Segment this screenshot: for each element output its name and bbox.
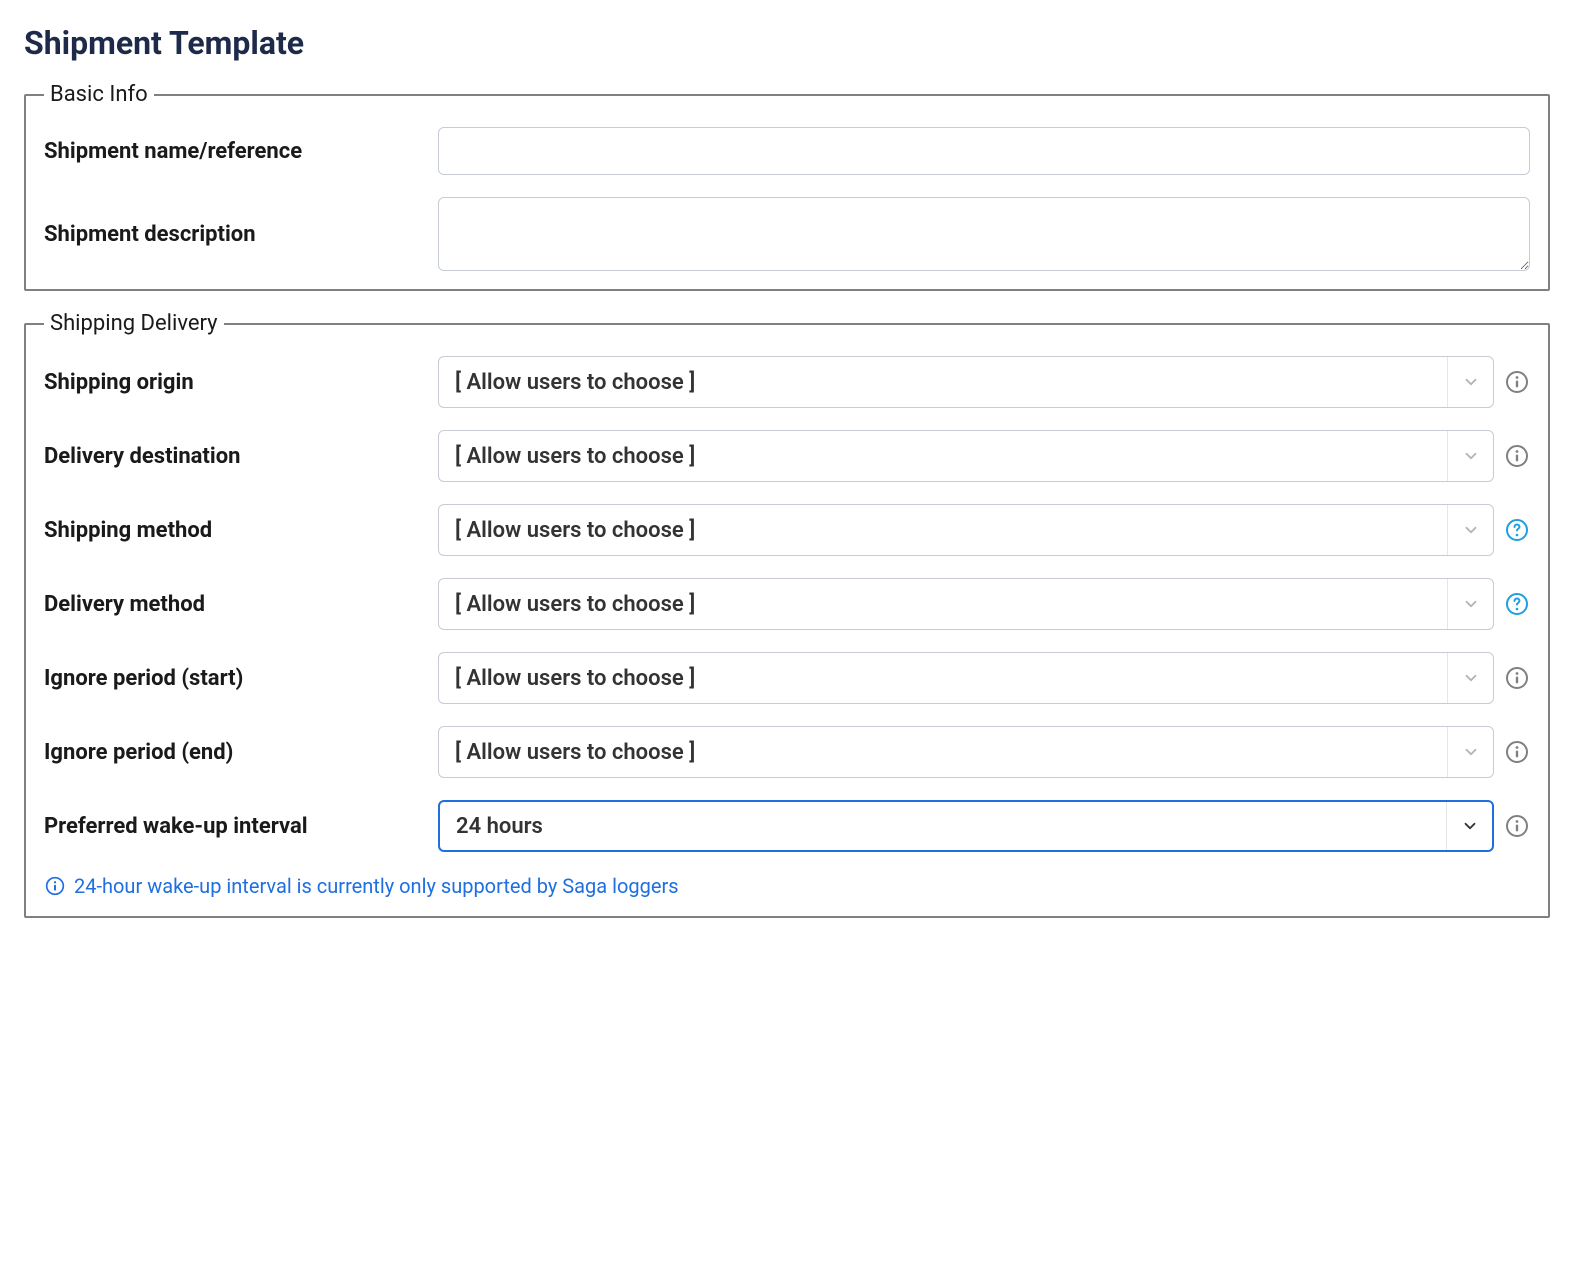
ignore-end-select[interactable]: [ Allow users to choose ] — [438, 726, 1494, 778]
delivery-destination-value: [ Allow users to choose ] — [439, 444, 1447, 469]
ignore-start-value: [ Allow users to choose ] — [439, 666, 1447, 691]
wakeup-info-message: 24-hour wake-up interval is currently on… — [44, 874, 1530, 898]
shipment-desc-label: Shipment description — [44, 222, 424, 247]
help-icon[interactable] — [1504, 517, 1530, 543]
ignore-end-value: [ Allow users to choose ] — [439, 740, 1447, 765]
delivery-method-select[interactable]: [ Allow users to choose ] — [438, 578, 1494, 630]
shipping-origin-select[interactable]: [ Allow users to choose ] — [438, 356, 1494, 408]
delivery-destination-select[interactable]: [ Allow users to choose ] — [438, 430, 1494, 482]
shipping-origin-label: Shipping origin — [44, 370, 424, 395]
wakeup-info-text: 24-hour wake-up interval is currently on… — [74, 874, 679, 898]
info-icon[interactable] — [1504, 369, 1530, 395]
shipping-method-label: Shipping method — [44, 518, 424, 543]
page-title: Shipment Template — [24, 24, 1550, 62]
shipping-origin-value: [ Allow users to choose ] — [439, 370, 1447, 395]
chevron-down-icon — [1447, 727, 1493, 777]
shipment-name-input[interactable] — [438, 127, 1530, 175]
ignore-start-select[interactable]: [ Allow users to choose ] — [438, 652, 1494, 704]
delivery-method-value: [ Allow users to choose ] — [439, 592, 1447, 617]
help-icon[interactable] — [1504, 591, 1530, 617]
chevron-down-icon — [1447, 579, 1493, 629]
wakeup-interval-row: Preferred wake-up interval 24 hours — [44, 800, 1530, 852]
wakeup-interval-label: Preferred wake-up interval — [44, 814, 424, 839]
chevron-down-icon — [1446, 802, 1492, 850]
wakeup-interval-value: 24 hours — [440, 814, 1446, 839]
chevron-down-icon — [1447, 357, 1493, 407]
basic-info-legend: Basic Info — [44, 82, 154, 107]
shipping-method-row: Shipping method [ Allow users to choose … — [44, 504, 1530, 556]
chevron-down-icon — [1447, 653, 1493, 703]
basic-info-section: Basic Info Shipment name/reference Shipm… — [24, 82, 1550, 291]
shipping-delivery-legend: Shipping Delivery — [44, 311, 224, 336]
wakeup-interval-select[interactable]: 24 hours — [438, 800, 1494, 852]
chevron-down-icon — [1447, 431, 1493, 481]
ignore-end-label: Ignore period (end) — [44, 740, 424, 765]
chevron-down-icon — [1447, 505, 1493, 555]
delivery-destination-row: Delivery destination [ Allow users to ch… — [44, 430, 1530, 482]
ignore-start-label: Ignore period (start) — [44, 666, 424, 691]
delivery-method-row: Delivery method [ Allow users to choose … — [44, 578, 1530, 630]
shipping-method-value: [ Allow users to choose ] — [439, 518, 1447, 543]
shipment-desc-input[interactable] — [438, 197, 1530, 271]
ignore-end-row: Ignore period (end) [ Allow users to cho… — [44, 726, 1530, 778]
shipping-origin-row: Shipping origin [ Allow users to choose … — [44, 356, 1530, 408]
ignore-start-row: Ignore period (start) [ Allow users to c… — [44, 652, 1530, 704]
info-icon[interactable] — [1504, 739, 1530, 765]
shipment-name-row: Shipment name/reference — [44, 127, 1530, 175]
shipment-desc-row: Shipment description — [44, 197, 1530, 271]
info-icon[interactable] — [1504, 813, 1530, 839]
shipment-name-label: Shipment name/reference — [44, 139, 424, 164]
shipping-method-select[interactable]: [ Allow users to choose ] — [438, 504, 1494, 556]
info-icon[interactable] — [1504, 443, 1530, 469]
info-icon[interactable] — [1504, 665, 1530, 691]
shipping-delivery-section: Shipping Delivery Shipping origin [ Allo… — [24, 311, 1550, 918]
delivery-destination-label: Delivery destination — [44, 444, 424, 469]
delivery-method-label: Delivery method — [44, 592, 424, 617]
info-icon — [44, 875, 66, 897]
